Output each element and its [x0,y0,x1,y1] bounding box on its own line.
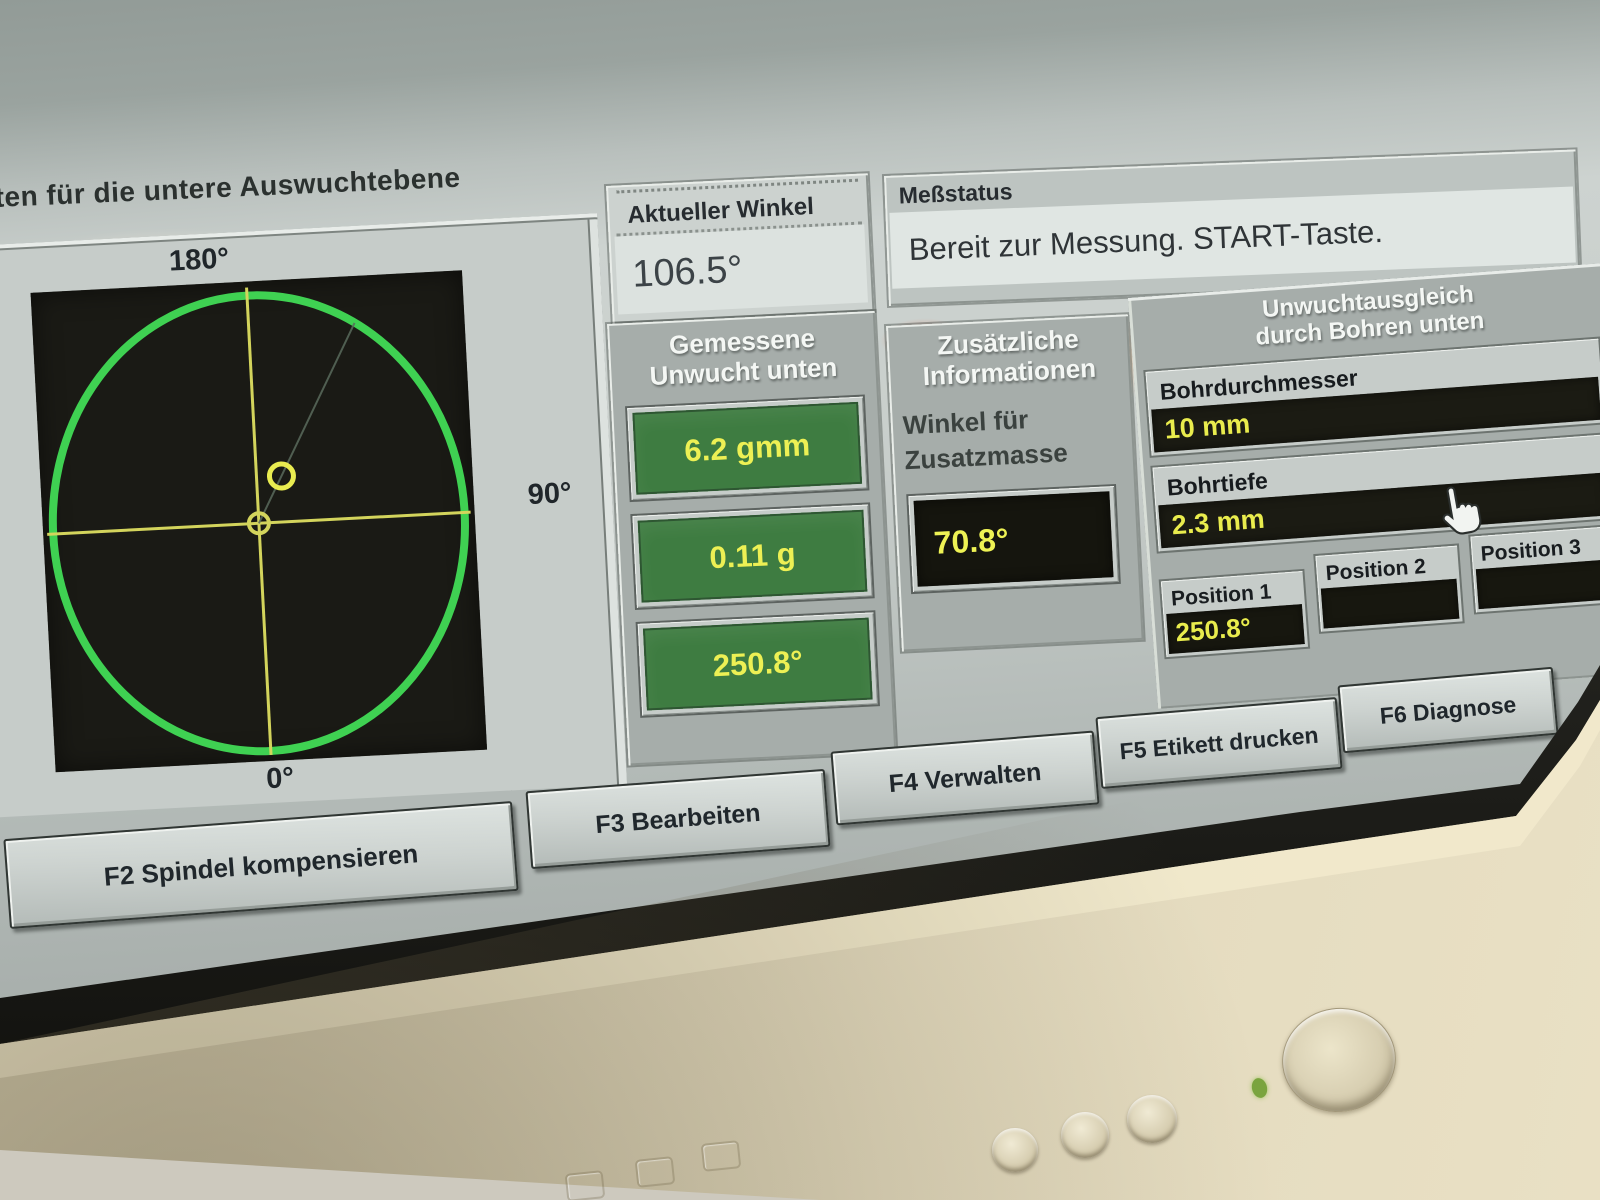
current-angle-box: Aktueller Winkel 106.5° [606,173,874,324]
position-1-value: 250.8° [1166,604,1305,654]
polar-display-graphic [31,270,488,772]
polar-label-0: 0° [265,762,294,796]
position-1-box[interactable]: Position 1 250.8° [1161,571,1308,657]
polar-label-180: 180° [168,242,230,278]
drill-correction-panel: Unwuchtausgleich durch Bohren unten Bohr… [1128,263,1600,709]
unbalance-angle-display: 250.8° [638,613,878,716]
added-mass-angle-display: 70.8° [908,486,1118,592]
polar-display-panel: 180° 90° 0° [0,213,627,817]
polar-label-90: 90° [527,477,573,512]
bezel-emboss-icon [701,1140,742,1172]
monitor-adjust-button-3[interactable] [1127,1095,1177,1143]
bezel-emboss-icon [565,1170,606,1200]
hand-pointer-icon [1427,480,1488,546]
crt-monitor-photo: ten für die untere Auswuchtebene 180° 90… [0,0,1600,1200]
unbalance-moment-display: 6.2 gmm [627,397,867,500]
drill-diameter-field[interactable]: Bohrdurchmesser 10 mm [1145,338,1600,455]
monitor-adjust-button-1[interactable] [992,1128,1038,1172]
angle-vector-line [249,323,365,523]
polar-display [31,270,488,772]
measured-unbalance-panel: Gemessene Unwucht unten 6.2 gmm 0.11 g 2… [607,311,896,766]
unbalance-mass-display: 0.11 g [632,505,872,608]
monitor-adjust-button-2[interactable] [1061,1112,1109,1158]
bezel-emboss-icon [635,1156,676,1188]
drill-positions-row: Position 1 250.8° Position 2 Position 3 [1160,534,1600,643]
additional-info-title: Zusätzliche Informationen [886,314,1131,393]
measured-unbalance-title: Gemessene Unwucht unten [607,311,878,393]
position-2-value [1321,578,1460,628]
added-mass-angle-label: Winkel für Zusatzmasse [902,397,1135,478]
position-3-box[interactable]: Position 3 [1470,526,1600,612]
current-angle-value: 106.5° [614,224,868,314]
additional-info-panel: Zusätzliche Informationen Winkel für Zus… [886,314,1144,651]
position-2-box[interactable]: Position 2 [1315,545,1462,631]
